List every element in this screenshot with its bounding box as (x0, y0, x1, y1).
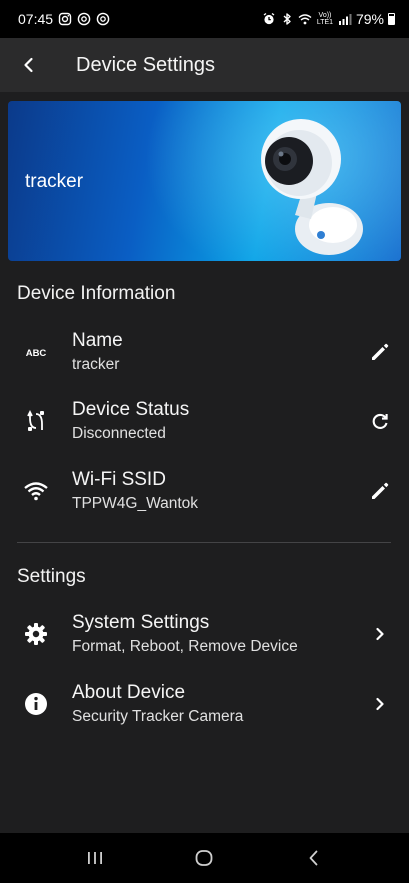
signal-icon (338, 12, 352, 26)
edit-name-button[interactable] (351, 319, 409, 385)
row-wifi-ssid-value: TPPW4G_Wantok (72, 494, 199, 512)
row-system-settings[interactable]: System Settings Format, Reboot, Remove D… (0, 601, 409, 667)
row-wifi-ssid-text: Wi-Fi SSID TPPW4G_Wantok (72, 468, 351, 515)
row-about-device-text: About Device Security Tracker Camera (72, 681, 351, 728)
row-system-settings-value: Format, Reboot, Remove Device (72, 637, 298, 655)
banner-device-name: tracker (25, 171, 84, 192)
about-device-chevron[interactable] (351, 671, 409, 737)
battery-percent: 79% (355, 11, 384, 27)
edit-icon (372, 482, 389, 499)
system-nav-bar (0, 833, 409, 883)
home-button[interactable] (174, 833, 234, 883)
network-label: Vo)) LTE1 (316, 12, 334, 26)
camera-image (261, 119, 363, 255)
home-icon (196, 850, 213, 866)
status-time: 07:45 (18, 11, 54, 27)
row-about-device-title: About Device (72, 681, 186, 703)
device-banner: tracker (8, 101, 401, 261)
chevron-right-icon (376, 627, 384, 641)
row-name-text: Name tracker (72, 329, 351, 376)
status-left: 07:45 (18, 11, 110, 27)
row-name[interactable]: ABC Name tracker (0, 319, 409, 385)
chevron-right-icon (376, 697, 384, 711)
row-device-status[interactable]: Device Status Disconnected (0, 388, 409, 454)
refresh-icon (372, 413, 388, 429)
recent-apps-icon (87, 852, 102, 864)
row-device-status-text: Device Status Disconnected (72, 398, 351, 445)
battery-icon (388, 13, 395, 25)
row-device-status-title: Device Status (72, 398, 190, 420)
back-icon (309, 850, 318, 866)
status-right: Vo)) LTE1 79% (262, 11, 395, 27)
row-about-device-value: Security Tracker Camera (72, 707, 244, 725)
gear-icon (0, 601, 72, 667)
row-system-settings-title: System Settings (72, 611, 210, 633)
page-title: Device Settings (76, 53, 215, 76)
section-header-settings: Settings (17, 566, 86, 587)
row-system-settings-text: System Settings Format, Reboot, Remove D… (72, 611, 351, 658)
recent-apps-button[interactable] (65, 833, 125, 883)
back-button[interactable] (0, 38, 58, 92)
device-status-icon (0, 388, 72, 454)
app-bar: Device Settings (0, 38, 409, 92)
row-device-status-value: Disconnected (72, 424, 166, 442)
bluetooth-icon (280, 12, 294, 26)
threads-icon-2 (96, 12, 110, 26)
wifi-icon (0, 458, 72, 524)
section-divider (17, 542, 391, 543)
wifi-status-icon (298, 12, 312, 26)
svg-text:ABC: ABC (26, 348, 47, 359)
row-name-title: Name (72, 329, 123, 351)
system-settings-chevron[interactable] (351, 601, 409, 667)
instagram-icon (58, 12, 72, 26)
device-settings-screen: 07:45 Vo)) LTE1 79% Device Settings trac… (0, 0, 409, 883)
edit-icon (372, 343, 389, 360)
row-wifi-ssid[interactable]: Wi-Fi SSID TPPW4G_Wantok (0, 458, 409, 524)
abc-icon: ABC (0, 319, 72, 385)
edit-wifi-button[interactable] (351, 458, 409, 524)
system-back-button[interactable] (284, 833, 344, 883)
row-wifi-ssid-title: Wi-Fi SSID (72, 468, 166, 490)
chevron-left-icon (24, 57, 33, 73)
row-about-device[interactable]: About Device Security Tracker Camera (0, 671, 409, 737)
alarm-icon (262, 12, 276, 26)
section-header-device-information: Device Information (17, 283, 176, 304)
row-name-value: tracker (72, 355, 120, 373)
status-bar: 07:45 Vo)) LTE1 79% (0, 0, 409, 38)
refresh-status-button[interactable] (351, 388, 409, 454)
info-icon (0, 671, 72, 737)
threads-icon (77, 12, 91, 26)
